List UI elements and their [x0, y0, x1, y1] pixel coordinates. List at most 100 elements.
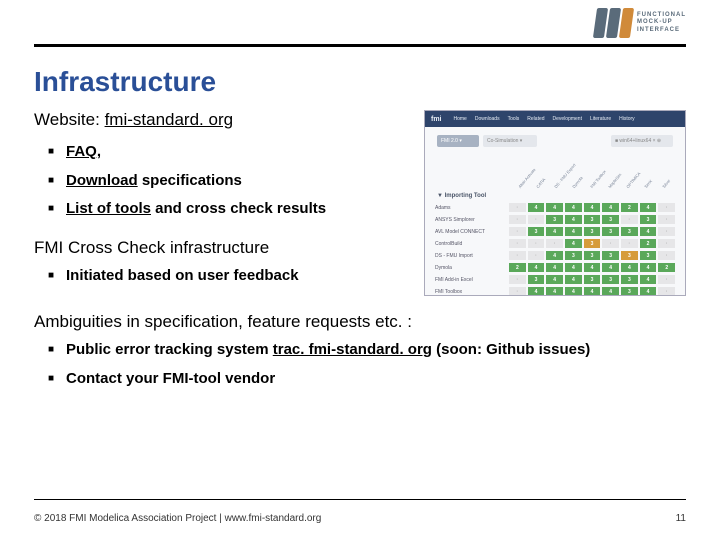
shot-col-header: Dymola	[571, 175, 584, 189]
shot-table-label: ▼ Importing Tool	[437, 193, 675, 199]
shot-cell: 3	[602, 227, 619, 236]
shot-cell: ·	[658, 227, 675, 236]
shot-cell: 4	[602, 287, 619, 296]
bullet-text: Initiated based on user feedback	[66, 267, 299, 284]
bullet-rest: ,	[97, 143, 101, 160]
ambiguities-heading: Ambiguities in specification, feature re…	[34, 312, 686, 332]
shot-cell: ·	[528, 215, 545, 224]
shot-cell: 3	[584, 275, 601, 284]
shot-cell: 3	[584, 239, 601, 248]
bullet-pre: Public error tracking system	[66, 341, 273, 358]
shot-cell: 4	[565, 203, 582, 212]
shot-cell: 4	[602, 203, 619, 212]
shot-cell: 4	[546, 203, 563, 212]
shot-navbar: fmi Home Downloads Tools Related Develop…	[425, 111, 685, 127]
shot-cell: 4	[546, 275, 563, 284]
shot-col-header: SimX	[643, 178, 653, 189]
shot-brand: fmi	[431, 116, 442, 123]
shot-cell: 4	[565, 227, 582, 236]
shot-cell: 3	[621, 287, 638, 296]
shot-cell: ·	[528, 251, 545, 260]
shot-cell: 4	[602, 263, 619, 272]
shot-cell: ·	[509, 215, 526, 224]
shot-row-name: Adams	[435, 205, 507, 211]
shot-row-name: Dymola	[435, 265, 507, 271]
header-rule	[34, 44, 686, 47]
bullet-rest: specifications	[138, 172, 242, 189]
bullet-pre: Contact your FMI-tool vendor	[66, 370, 275, 387]
download-link[interactable]: Download	[66, 172, 138, 189]
fmi-logo-mark	[595, 8, 631, 38]
shot-cell: 2	[621, 203, 638, 212]
bullet-rest: and cross check results	[151, 200, 326, 217]
shot-filter-platform: ■ win64+linux64 × ⊕	[611, 135, 673, 147]
shot-cell: 4	[640, 203, 657, 212]
shot-filter-row: FMI 2.0 ▾ Co-Simulation ▾ ■ win64+linux6…	[425, 127, 685, 155]
shot-cell: 4	[546, 287, 563, 296]
fmi-logo: FUNCTIONAL MOCK-UP INTERFACE	[595, 8, 686, 38]
shot-cell: ·	[658, 287, 675, 296]
shot-cell: ·	[621, 215, 638, 224]
page-number: 11	[676, 513, 686, 524]
trac-link[interactable]: trac. fmi-standard. org	[273, 341, 432, 358]
shot-col-header: FMI Toolbox	[589, 169, 607, 189]
shot-cell: 4	[584, 263, 601, 272]
shot-cell: 4	[584, 203, 601, 212]
shot-cell: 4	[546, 227, 563, 236]
bullet-post: (soon: Github issues)	[432, 341, 590, 358]
shot-cell: ·	[509, 275, 526, 284]
ambiguities-bullets: Public error tracking system trac. fmi-s…	[48, 336, 686, 393]
shot-cell: 4	[528, 287, 545, 296]
shot-cell: 4	[565, 287, 582, 296]
shot-cell: ·	[658, 239, 675, 248]
shot-col-header: MapleSim	[607, 172, 622, 189]
shot-cell: ·	[546, 239, 563, 248]
shot-filter-type: Co-Simulation ▾	[483, 135, 537, 147]
faq-link[interactable]: FAQ	[66, 143, 97, 160]
shot-row-name: ControlBuild	[435, 241, 507, 247]
list-item: Public error tracking system trac. fmi-s…	[48, 336, 686, 365]
shot-row-name: FMI Toolbox	[435, 289, 507, 295]
shot-table: ▼ Importing Tool Adams·4444424·ANSYS Sim…	[425, 193, 685, 296]
shot-cell: ·	[509, 287, 526, 296]
shot-cell: 2	[658, 263, 675, 272]
shot-row-name: DS - FMU Import	[435, 253, 507, 259]
shot-cell: 2	[509, 263, 526, 272]
shot-cell: ·	[658, 203, 675, 212]
shot-nav-item: Development	[553, 116, 582, 122]
shot-cell: ·	[658, 275, 675, 284]
table-row: FMI Add-in Excel·3443334·	[435, 274, 675, 285]
shot-nav-item: Downloads	[475, 116, 500, 122]
shot-filter-version: FMI 2.0 ▾	[437, 135, 479, 147]
shot-col-header: Altair Activate	[517, 167, 536, 189]
shot-cell: 3	[584, 251, 601, 260]
shot-cell: 3	[584, 227, 601, 236]
slide-footer: © 2018 FMI Modelica Association Project …	[34, 513, 686, 524]
shot-nav-item: History	[619, 116, 635, 122]
website-link[interactable]: fmi-standard. org	[105, 110, 234, 129]
shot-cell: 4	[584, 287, 601, 296]
footer-rule	[34, 499, 686, 500]
slide-title: Infrastructure	[34, 66, 216, 98]
tools-link[interactable]: List of tools	[66, 200, 151, 217]
table-row: DS - FMU Import··433333·	[435, 250, 675, 261]
shot-cell: 4	[640, 227, 657, 236]
shot-cell: 4	[565, 275, 582, 284]
shot-cell: 4	[565, 215, 582, 224]
shot-cell: 2	[640, 239, 657, 248]
shot-cell: 3	[565, 251, 582, 260]
shot-cell: ·	[509, 251, 526, 260]
shot-cell: 3	[528, 227, 545, 236]
shot-cell: 3	[621, 275, 638, 284]
shot-cell: ·	[509, 227, 526, 236]
table-row: Dymola244444442	[435, 262, 675, 273]
shot-cell: 4	[621, 263, 638, 272]
shot-col-header: OPTIMICA	[625, 171, 641, 189]
shot-row-name: FMI Add-in Excel	[435, 277, 507, 283]
shot-cell: 4	[640, 263, 657, 272]
shot-column-headers: Altair ActivateCATIADS - FMU ExportDymol…	[425, 155, 685, 191]
shot-cell: ·	[621, 239, 638, 248]
shot-cell: 4	[565, 263, 582, 272]
shot-cell: 3	[602, 275, 619, 284]
shot-nav-item: Tools	[508, 116, 520, 122]
